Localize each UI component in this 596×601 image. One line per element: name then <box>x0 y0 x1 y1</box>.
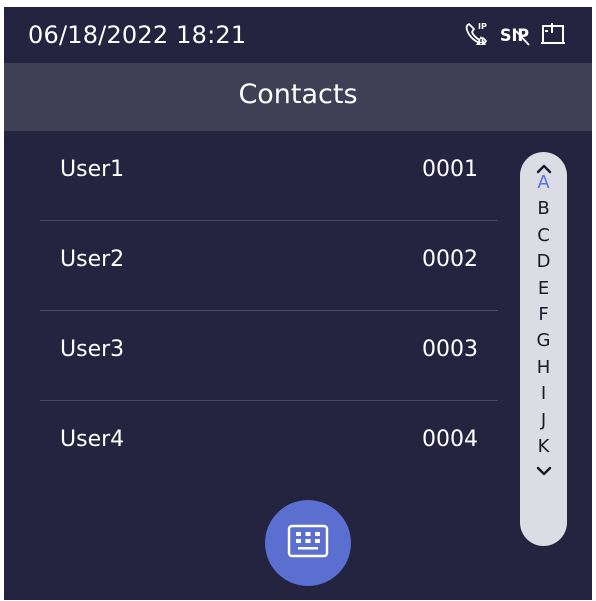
keyboard-icon <box>286 523 330 563</box>
index-letter-e[interactable]: E <box>520 276 567 302</box>
index-letter-j[interactable]: J <box>520 408 567 434</box>
title-bar: Contacts <box>4 63 592 131</box>
sip-label: SIP <box>500 26 529 46</box>
index-letter-d[interactable]: D <box>520 249 567 275</box>
contact-number: 0002 <box>422 247 478 272</box>
alphabet-index: A B C D E F G H I J K <box>520 152 567 546</box>
date-time: 06/18/2022 18:21 <box>28 21 247 49</box>
list-item[interactable]: User3 0003 <box>40 311 498 401</box>
status-bar: 06/18/2022 18:21 IP SIP <box>4 7 592 63</box>
index-letter-i[interactable]: I <box>520 381 567 407</box>
door-icon <box>540 21 566 47</box>
contact-name: User1 <box>60 157 125 182</box>
contact-name: User2 <box>60 247 125 272</box>
list-item[interactable]: User2 0002 <box>40 221 498 311</box>
index-letter-f[interactable]: F <box>520 302 567 328</box>
list-item[interactable]: User1 0001 <box>40 131 498 221</box>
sip-icon: SIP <box>500 21 530 47</box>
contact-number: 0004 <box>422 427 478 452</box>
index-letter-g[interactable]: G <box>520 328 567 354</box>
alphabet-letters: A B C D E F G H I J K <box>520 170 567 460</box>
contact-name: User4 <box>60 427 125 452</box>
page-title: Contacts <box>238 79 358 110</box>
chevron-down-icon[interactable] <box>520 460 567 482</box>
ip-label: IP <box>478 22 487 31</box>
index-letter-c[interactable]: C <box>520 223 567 249</box>
device-screen: 06/18/2022 18:21 IP SIP Contacts User1 0… <box>4 7 592 600</box>
contact-number: 0001 <box>422 157 478 182</box>
index-letter-h[interactable]: H <box>520 355 567 381</box>
contact-name: User3 <box>60 337 125 362</box>
index-letter-a[interactable]: A <box>520 170 567 196</box>
contact-list: User1 0001 User2 0002 User3 0003 User4 0… <box>40 131 498 490</box>
index-letter-b[interactable]: B <box>520 196 567 222</box>
ip-call-alert-icon: IP <box>464 21 490 47</box>
status-icons: IP SIP <box>464 21 566 47</box>
index-letter-k[interactable]: K <box>520 434 567 460</box>
contact-number: 0003 <box>422 337 478 362</box>
keypad-button[interactable] <box>265 500 351 586</box>
list-item[interactable]: User4 0004 <box>40 401 498 490</box>
